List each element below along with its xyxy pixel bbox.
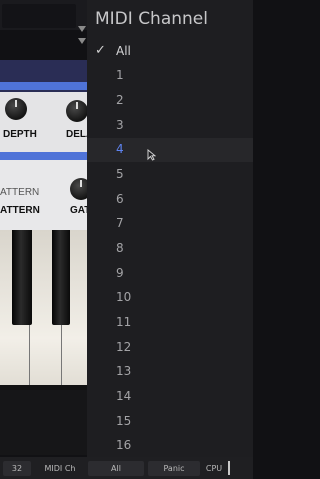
menu-item-label: 1: [116, 68, 124, 82]
midi-channel-dropdown[interactable]: All: [88, 461, 144, 476]
depth-knob[interactable]: [5, 98, 27, 120]
midi-channel-label: MIDI Ch: [44, 464, 76, 473]
panic-button[interactable]: Panic: [148, 461, 200, 476]
menu-item-label: 2: [116, 93, 124, 107]
checkmark-icon: ✓: [95, 43, 106, 58]
black-key[interactable]: [12, 230, 32, 325]
knob-label-depth: DEPTH: [3, 129, 37, 140]
menu-item-9[interactable]: 9: [87, 262, 253, 286]
menu-item-5[interactable]: 5: [87, 163, 253, 187]
menu-item-all[interactable]: ✓ All: [87, 40, 253, 64]
modulation-section: DEPTH DELA: [0, 92, 93, 152]
menu-item-4[interactable]: 4: [87, 138, 253, 162]
menu-item-label: 5: [116, 167, 124, 181]
black-key[interactable]: [52, 230, 70, 325]
menu-item-label: 3: [116, 118, 124, 132]
panel-accent-bar: [0, 82, 90, 90]
cpu-label: CPU: [205, 464, 223, 473]
keyboard-base: [0, 390, 90, 455]
top-toolbar: [0, 0, 90, 30]
arrow-down-icon[interactable]: [78, 26, 86, 32]
cpu-meter: [228, 461, 230, 475]
menu-item-13[interactable]: 13: [87, 360, 253, 384]
delay-knob[interactable]: [66, 100, 88, 122]
menu-item-label: 9: [116, 266, 124, 280]
panel-accent-bar: [0, 152, 90, 160]
menu-item-3[interactable]: 3: [87, 114, 253, 138]
menu-item-6[interactable]: 6: [87, 188, 253, 212]
status-value-32[interactable]: 32: [3, 461, 31, 476]
menu-item-16[interactable]: 16: [87, 434, 253, 458]
menu-item-label: 16: [116, 438, 132, 452]
menu-item-label: 14: [116, 389, 132, 403]
mouse-pointer-icon: [147, 149, 156, 161]
preset-selector[interactable]: [2, 4, 76, 28]
pattern-section-label: ATTERN: [0, 187, 40, 198]
menu-item-14[interactable]: 14: [87, 385, 253, 409]
menu-item-label: 11: [116, 315, 132, 329]
menu-item-label: 12: [116, 340, 132, 354]
menu-item-11[interactable]: 11: [87, 311, 253, 335]
menu-item-10[interactable]: 10: [87, 286, 253, 310]
menu-item-15[interactable]: 15: [87, 410, 253, 434]
menu-title: MIDI Channel: [95, 9, 208, 29]
menu-item-1[interactable]: 1: [87, 64, 253, 88]
arrow-down-icon[interactable]: [78, 38, 86, 44]
menu-item-label: 7: [116, 216, 124, 230]
piano-keyboard: [0, 230, 91, 390]
menu-item-label: 13: [116, 364, 132, 378]
menu-item-label: 10: [116, 290, 132, 304]
menu-item-label: 8: [116, 241, 124, 255]
menu-item-label: 6: [116, 192, 124, 206]
menu-item-label: 4: [116, 142, 124, 156]
menu-item-label: 15: [116, 414, 132, 428]
menu-item-7[interactable]: 7: [87, 212, 253, 236]
menu-item-2[interactable]: 2: [87, 89, 253, 113]
menu-item-8[interactable]: 8: [87, 237, 253, 261]
knob-label-pattern: ATTERN: [0, 205, 40, 216]
menu-item-label: All: [116, 44, 131, 58]
menu-item-12[interactable]: 12: [87, 336, 253, 360]
